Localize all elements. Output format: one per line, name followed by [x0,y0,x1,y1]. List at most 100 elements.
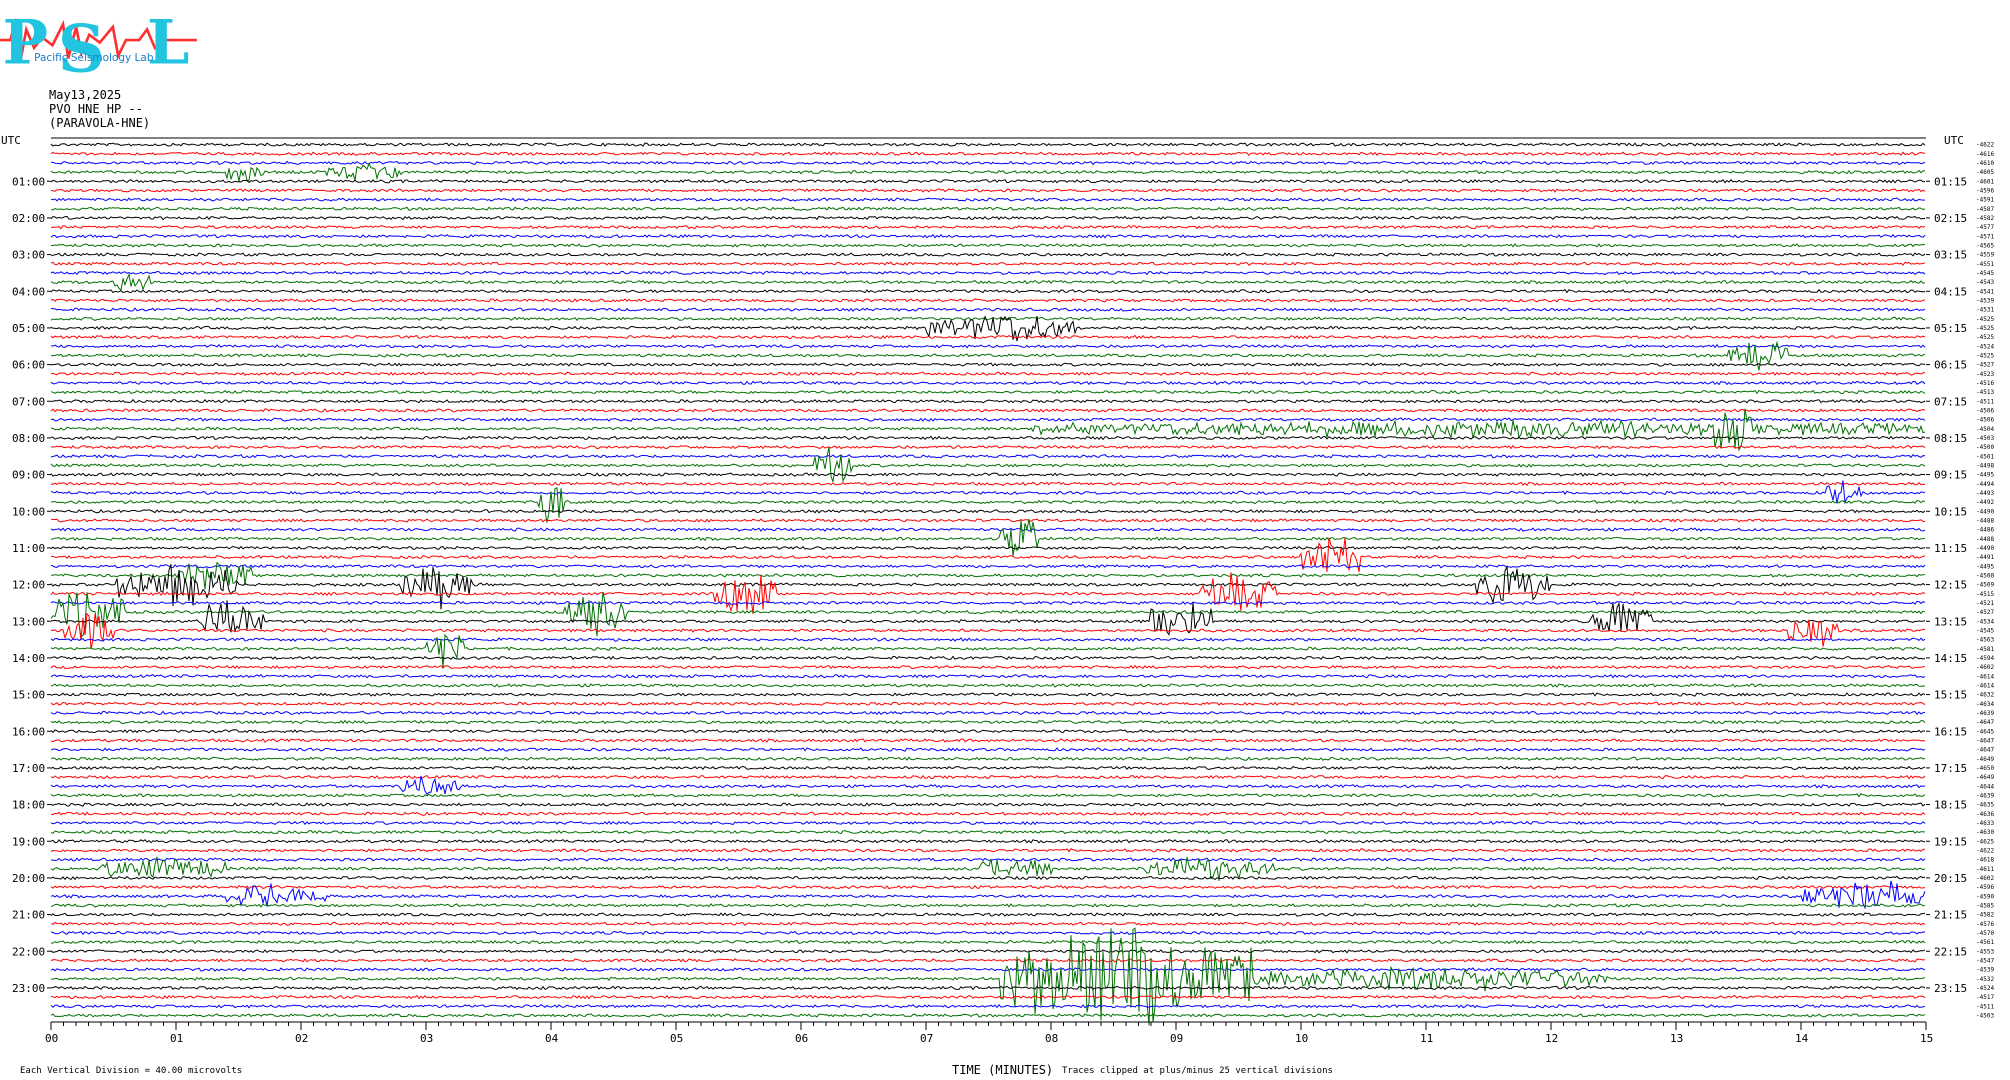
row-offset-label: -4633 [1976,820,1994,827]
right-hour-label: 23:15 [1934,982,1967,995]
trace-line [50,389,1926,395]
x-tick-label: 07 [920,1032,933,1045]
trace-line [50,958,1926,963]
row-offset-label: -4577 [1976,224,1994,231]
left-hour-label: 07:00 [12,395,45,408]
row-offset-label: -4570 [1976,930,1994,937]
trace-line [50,215,1926,221]
right-hour-label: 17:15 [1934,762,1967,775]
row-offset-label: -4488 [1976,517,1994,524]
x-tick-label: 10 [1295,1032,1308,1045]
row-offset-label: -4634 [1976,701,1994,708]
row-offset-label: -4524 [1976,985,1994,992]
row-offset-label: -4553 [1976,948,1994,955]
seismogram-plot: UTC 01:00 02:00 03:00 04:00 05:00 06:00 07:00 08… [1,134,1994,1077]
row-offset-label: -4494 [1976,481,1994,488]
row-offset-label: -4630 [1976,829,1994,836]
trace-line [50,362,1925,367]
row-offset-label: -4501 [1976,453,1994,460]
row-offset-label: -4576 [1976,921,1994,928]
trace-group [50,142,1926,1026]
left-hour-label: 22:00 [12,945,45,958]
right-hour-label: 21:15 [1934,909,1967,922]
right-hour-label: 01:15 [1934,175,1967,188]
plot-frame [51,137,1926,1023]
row-offset-label: -4503 [1976,435,1994,442]
row-offset-label: -4521 [1976,600,1994,607]
trace-line [50,417,1926,422]
trace-line [50,408,1926,452]
row-offset-label: -4639 [1976,792,1994,799]
right-hour-label: 11:15 [1934,542,1967,555]
trace-line [50,600,1926,636]
left-hour-label: 04:00 [12,285,45,298]
trace-line [50,994,1926,1000]
row-offset-label: -4527 [1976,609,1994,616]
right-hour-label: 18:15 [1934,799,1967,812]
row-offset-label: -4515 [1976,591,1994,598]
trace-line [50,884,1926,890]
row-offset-label: -4527 [1976,362,1994,369]
trace-line [50,930,1925,936]
clip-note: Traces clipped at plus/minus 25 vertical… [1062,1066,1333,1076]
right-hour-label: 15:15 [1934,689,1967,702]
trace-line [50,875,1926,881]
row-offset-label: -4545 [1976,270,1994,277]
trace-line [50,683,1926,688]
row-offset-label: -4500 [1976,572,1994,579]
trace-line [50,142,1926,147]
trace-line [50,261,1926,267]
trace-line [50,518,1926,556]
trace-line [50,857,1926,862]
x-tick-label: 02 [295,1032,308,1045]
trace-line [50,793,1926,798]
row-offset-label: -4587 [1976,206,1994,213]
row-offset-label: -4511 [1976,398,1994,405]
row-offset-label: -4639 [1976,710,1994,717]
left-hour-axis: UTC 01:00 02:00 03:00 04:00 05:00 06:00 07:00 08… [1,134,51,995]
trace-line [50,775,1926,795]
row-offset-label: -4563 [1976,637,1994,644]
row-offset-label: -4571 [1976,233,1994,240]
right-hour-label: 08:15 [1934,432,1967,445]
row-offset-label: -4602 [1976,664,1994,671]
trace-line [50,188,1926,193]
right-hour-label: 16:15 [1934,725,1967,738]
trace-line [50,839,1926,844]
left-axis-label: UTC [1,134,21,147]
row-offset-label: -4517 [1976,994,1994,1001]
row-offset-label: -4591 [1976,197,1994,204]
row-offset-label: -4541 [1976,288,1994,295]
trace-line [50,949,1926,954]
row-offset-label: -4545 [1976,627,1994,634]
x-tick-label: 05 [670,1032,683,1045]
row-offset-label: -4582 [1976,215,1994,222]
left-hour-label: 20:00 [12,872,45,885]
trace-line [50,518,1926,523]
trace-line [50,371,1926,376]
row-offset-label: -4491 [1976,554,1994,561]
left-hour-label: 09:00 [12,469,45,482]
trace-line [50,444,1926,450]
trace-line [50,880,1926,910]
trace-line [50,288,1926,294]
left-hour-label: 03:00 [12,249,45,262]
right-hour-label: 09:15 [1934,469,1967,482]
x-tick-label: 12 [1545,1032,1558,1045]
right-hour-label: 04:15 [1934,285,1967,298]
right-hour-label: 13:15 [1934,615,1967,628]
x-tick-label: 11 [1420,1032,1433,1045]
row-offset-label: -4532 [1976,976,1994,983]
left-hour-label: 10:00 [12,505,45,518]
right-hour-label: 07:15 [1934,395,1967,408]
trace-line [50,967,1926,972]
trace-line [50,848,1926,853]
row-offset-label: -4649 [1976,774,1994,781]
trace-line [51,243,1926,248]
row-offset-label: -4490 [1976,508,1994,515]
trace-line [50,802,1926,807]
trace-line [50,985,1926,991]
trace-line [50,811,1926,817]
left-hour-label: 16:00 [12,725,45,738]
trace-line [50,316,1926,321]
